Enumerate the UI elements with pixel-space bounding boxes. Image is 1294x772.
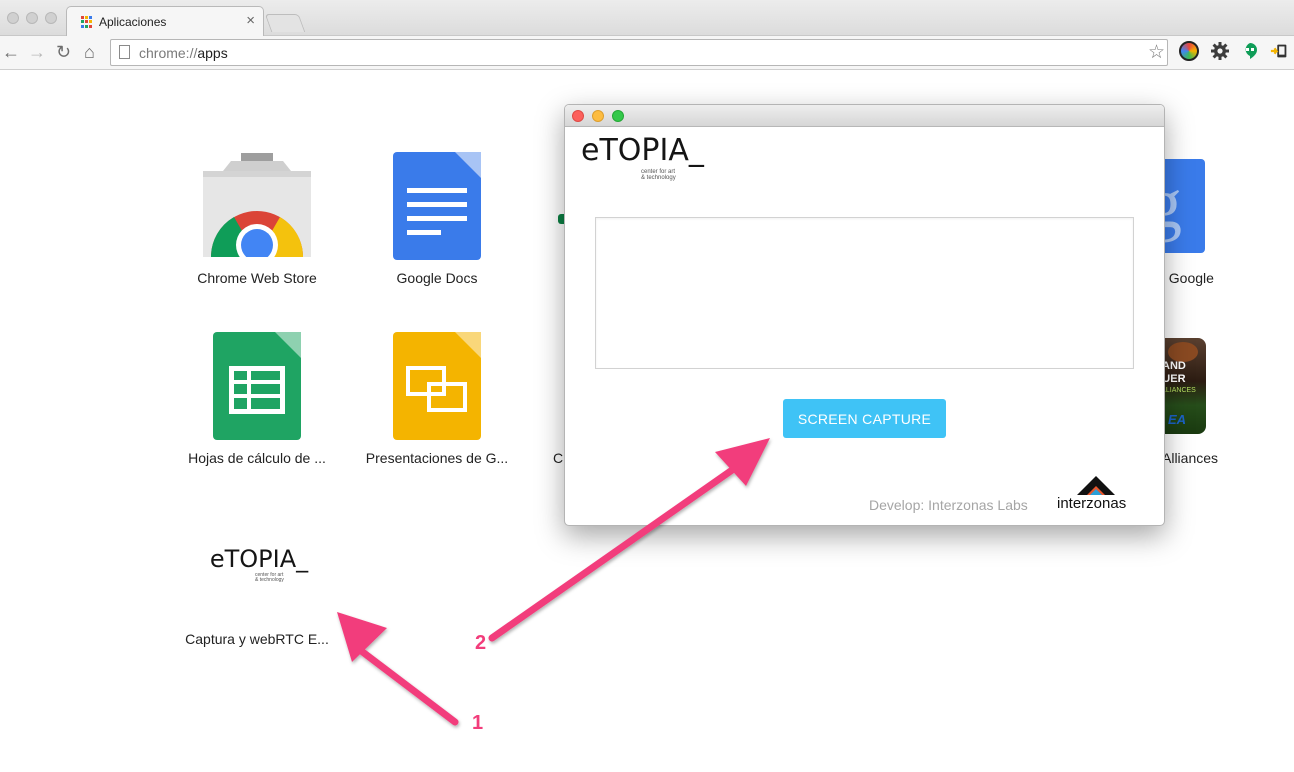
arrow-1 xyxy=(337,612,459,726)
arrow-2 xyxy=(488,438,770,642)
step-1-label: 1 xyxy=(472,712,484,734)
annotation-arrows xyxy=(337,438,770,726)
step-2-label: 2 xyxy=(475,632,487,654)
